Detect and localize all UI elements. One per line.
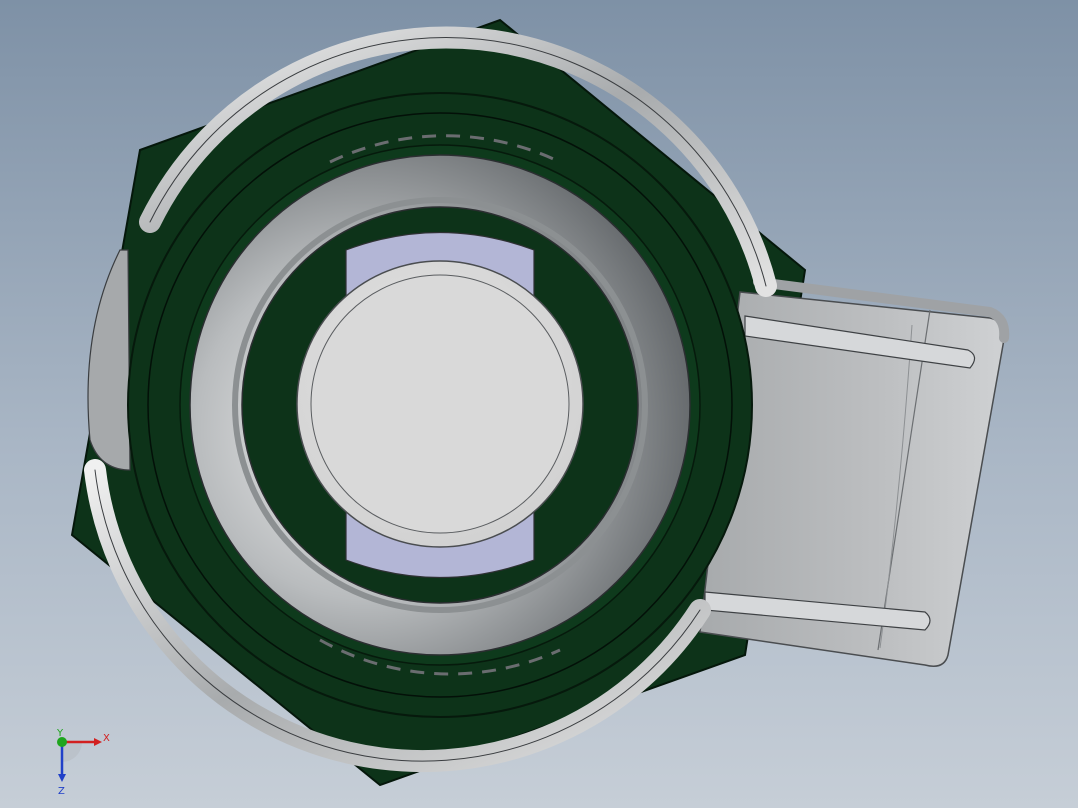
x-axis-head (94, 738, 102, 746)
orientation-triad[interactable]: X Y Z (48, 728, 118, 798)
z-axis-label: Z (58, 786, 65, 797)
outer-shroud[interactable] (87, 249, 131, 471)
z-axis-head (58, 774, 66, 782)
x-axis-label: X (103, 733, 110, 744)
y-axis-label: Y (56, 728, 64, 739)
cad-viewport[interactable]: X Y Z (0, 0, 1078, 808)
3d-model-view[interactable] (0, 0, 1078, 808)
